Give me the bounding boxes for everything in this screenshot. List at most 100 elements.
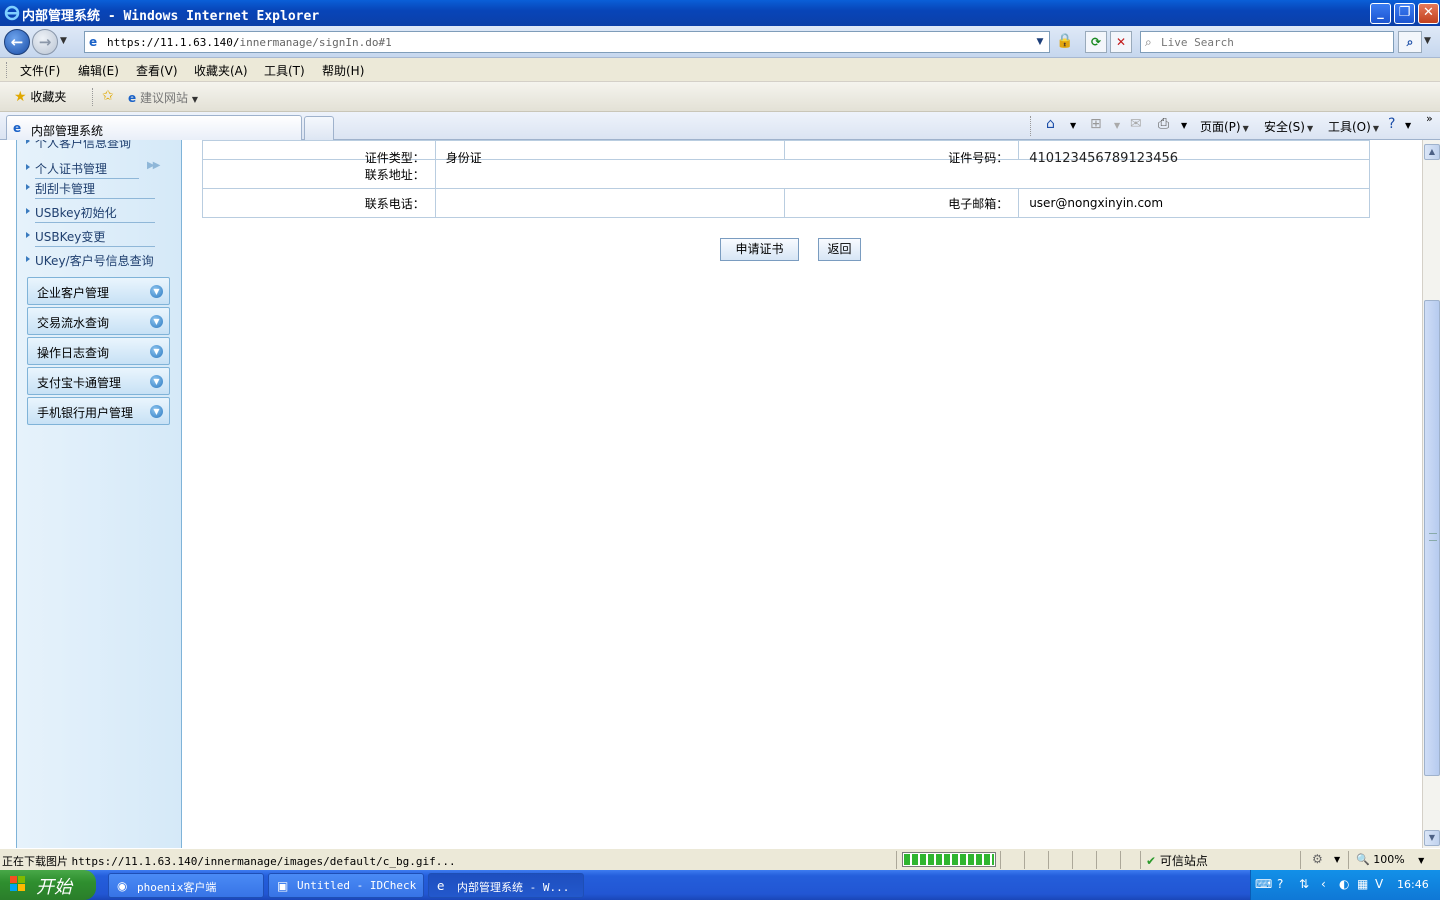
- taskbar-item-phoenix[interactable]: ◉ phoenix客户端: [108, 873, 264, 898]
- ie-logo-icon: [4, 5, 20, 21]
- antivirus-icon[interactable]: ◐: [1339, 877, 1349, 891]
- network-icon[interactable]: ⇅: [1299, 877, 1309, 891]
- zoom-control[interactable]: 🔍 100% ▼: [1356, 853, 1424, 866]
- page-menu[interactable]: 页面(P) ▼: [1200, 118, 1249, 135]
- search-go-button[interactable]: ⌕: [1398, 31, 1422, 53]
- menu-edit[interactable]: 编辑(E): [78, 62, 119, 79]
- taskbar-item-idcheck[interactable]: ▣ Untitled - IDCheck: [268, 873, 424, 898]
- maximize-button[interactable]: ❐: [1394, 3, 1415, 24]
- feeds-icon[interactable]: ⊞: [1090, 116, 1102, 132]
- protected-mode-icon[interactable]: ⚙: [1312, 852, 1323, 866]
- sidebar-link-ukey-query[interactable]: UKey/客户号信息查询: [26, 252, 154, 274]
- sidebar-link-scratch-card[interactable]: 刮刮卡管理: [25, 180, 155, 202]
- home-dropdown-icon[interactable]: ▼: [1070, 121, 1076, 130]
- chevron-down-icon: ▼: [1242, 124, 1249, 133]
- sidebar-group-transactions[interactable]: 交易流水查询 ▼: [27, 307, 170, 335]
- title-bar: 内部管理系统 - Windows Internet Explorer _ ❐ ✕: [0, 0, 1440, 26]
- address-bar[interactable]: e https://11.1.63.140/innermanage/signIn…: [84, 31, 1050, 53]
- sidebar-group-enterprise[interactable]: 企业客户管理 ▼: [27, 277, 170, 305]
- tab-active[interactable]: e 内部管理系统: [6, 115, 302, 141]
- menu-view[interactable]: 查看(V): [136, 62, 178, 79]
- id-number-value: 410123456789123456: [1018, 140, 1370, 166]
- security-zone[interactable]: ✔ 可信站点: [1146, 852, 1208, 869]
- zoom-level: 100%: [1373, 853, 1405, 866]
- sidebar-group-oplogs[interactable]: 操作日志查询 ▼: [27, 337, 170, 365]
- search-options-dropdown[interactable]: ▼: [1424, 36, 1431, 46]
- menu-favorites[interactable]: 收藏夹(A): [194, 62, 248, 79]
- status-divider: [1000, 851, 1001, 869]
- favorites-button[interactable]: ★ 收藏夹: [14, 88, 66, 105]
- id-type-label: 证件类型：: [202, 140, 436, 165]
- scroll-thumb[interactable]: [1424, 300, 1440, 776]
- suggested-sites-label: 建议网站: [139, 91, 188, 105]
- sidebar-group-mobile-banking[interactable]: 手机银行用户管理 ▼: [27, 397, 170, 425]
- id-type-value: 身份证: [434, 140, 786, 165]
- status-message: 正在下载图片 https://11.1.63.140/innermanage/i…: [2, 853, 456, 869]
- search-box[interactable]: ⌕: [1140, 31, 1394, 53]
- add-favorite-icon[interactable]: ✩: [102, 88, 114, 104]
- sidebar-link-personal-cert[interactable]: 个人证书管理: [25, 160, 139, 182]
- tools-menu[interactable]: 工具(O) ▼: [1328, 118, 1379, 135]
- new-tab-button[interactable]: [304, 116, 334, 140]
- print-dropdown-icon[interactable]: ▼: [1181, 121, 1187, 130]
- recent-pages-dropdown[interactable]: ▼: [60, 36, 67, 46]
- status-divider: [1048, 851, 1049, 869]
- sidebar-link-personal-info[interactable]: 个人客户信息查询: [25, 140, 131, 156]
- minimize-button[interactable]: _: [1370, 3, 1391, 24]
- stop-button[interactable]: ✕: [1110, 31, 1132, 53]
- vmware-icon[interactable]: V: [1375, 877, 1383, 891]
- sidebar-link-label: 个人证书管理: [35, 162, 108, 176]
- help-icon[interactable]: ?: [1388, 116, 1395, 132]
- sidebar-group-label: 企业客户管理: [37, 286, 110, 300]
- sidebar-group-alipay[interactable]: 支付宝卡通管理 ▼: [27, 367, 170, 395]
- link-underline: [35, 222, 155, 223]
- close-button[interactable]: ✕: [1418, 3, 1439, 24]
- windows-logo-icon: [10, 876, 26, 896]
- toolbar-grip: [6, 62, 9, 78]
- forward-button[interactable]: →: [32, 29, 58, 55]
- chevron-down-icon: ▼: [1306, 124, 1314, 133]
- sidebar-group-label: 操作日志查询: [37, 346, 110, 360]
- search-input[interactable]: [1161, 34, 1389, 50]
- suggested-sites-button[interactable]: e 建议网站 ▼: [128, 89, 198, 106]
- collapse-tray-icon[interactable]: ‹: [1321, 877, 1326, 891]
- sidebar: 个人客户信息查询 个人证书管理 ▶▶ 刮刮卡管理 USBkey初始化 USBKe…: [16, 140, 182, 848]
- lock-icon[interactable]: 🔒: [1056, 33, 1074, 51]
- mail-icon[interactable]: ✉: [1130, 116, 1142, 132]
- active-arrow-icon: ▶▶: [147, 160, 160, 171]
- safety-menu[interactable]: 安全(S) ▼: [1264, 118, 1313, 135]
- checkmark-icon: ✔: [1146, 854, 1157, 868]
- menu-file[interactable]: 文件(F): [20, 62, 60, 79]
- taskbar-item-ie[interactable]: e 内部管理系统 - W...: [428, 873, 584, 898]
- home-icon[interactable]: ⌂: [1046, 116, 1055, 132]
- refresh-button[interactable]: ⟳: [1085, 31, 1107, 53]
- status-divider: [1140, 851, 1141, 869]
- connection-icon[interactable]: ▦: [1357, 877, 1368, 891]
- help-dropdown-icon[interactable]: ▼: [1405, 121, 1411, 130]
- apply-certificate-button[interactable]: 申请证书: [720, 238, 799, 261]
- scroll-up-button[interactable]: ▲: [1424, 144, 1440, 160]
- back-button-form[interactable]: 返回: [818, 238, 861, 261]
- phone-label: 联系电话：: [202, 188, 436, 218]
- start-button[interactable]: 开始: [0, 870, 96, 900]
- menu-help[interactable]: 帮助(H): [322, 62, 364, 79]
- status-divider: [1300, 851, 1301, 869]
- address-dropdown-icon[interactable]: ▼: [1033, 34, 1047, 50]
- keyboard-icon[interactable]: ⌨: [1255, 877, 1272, 891]
- email-label: 电子邮箱：: [784, 188, 1020, 218]
- star-icon: ★: [14, 89, 27, 105]
- id-type-label-text: 证件类型：: [364, 151, 425, 165]
- menu-tools[interactable]: 工具(T): [264, 62, 305, 79]
- sidebar-link-label: 刮刮卡管理: [35, 182, 96, 196]
- back-button[interactable]: ←: [4, 29, 30, 55]
- sidebar-link-usbkey-init[interactable]: USBkey初始化: [26, 204, 155, 226]
- scroll-down-button[interactable]: ▼: [1424, 830, 1440, 846]
- more-commands-icon[interactable]: »: [1426, 112, 1433, 125]
- feeds-dropdown-icon[interactable]: ▼: [1114, 121, 1120, 130]
- chevron-down-icon[interactable]: ▼: [1334, 855, 1340, 864]
- url-text[interactable]: https://11.1.63.140/innermanage/signIn.d…: [107, 36, 392, 49]
- print-icon[interactable]: ⎙: [1158, 116, 1169, 132]
- help-tray-icon[interactable]: ?: [1277, 877, 1283, 891]
- sidebar-link-usbkey-change[interactable]: USBKey变更: [25, 228, 155, 250]
- vertical-scrollbar[interactable]: ▲ ▼: [1422, 140, 1440, 848]
